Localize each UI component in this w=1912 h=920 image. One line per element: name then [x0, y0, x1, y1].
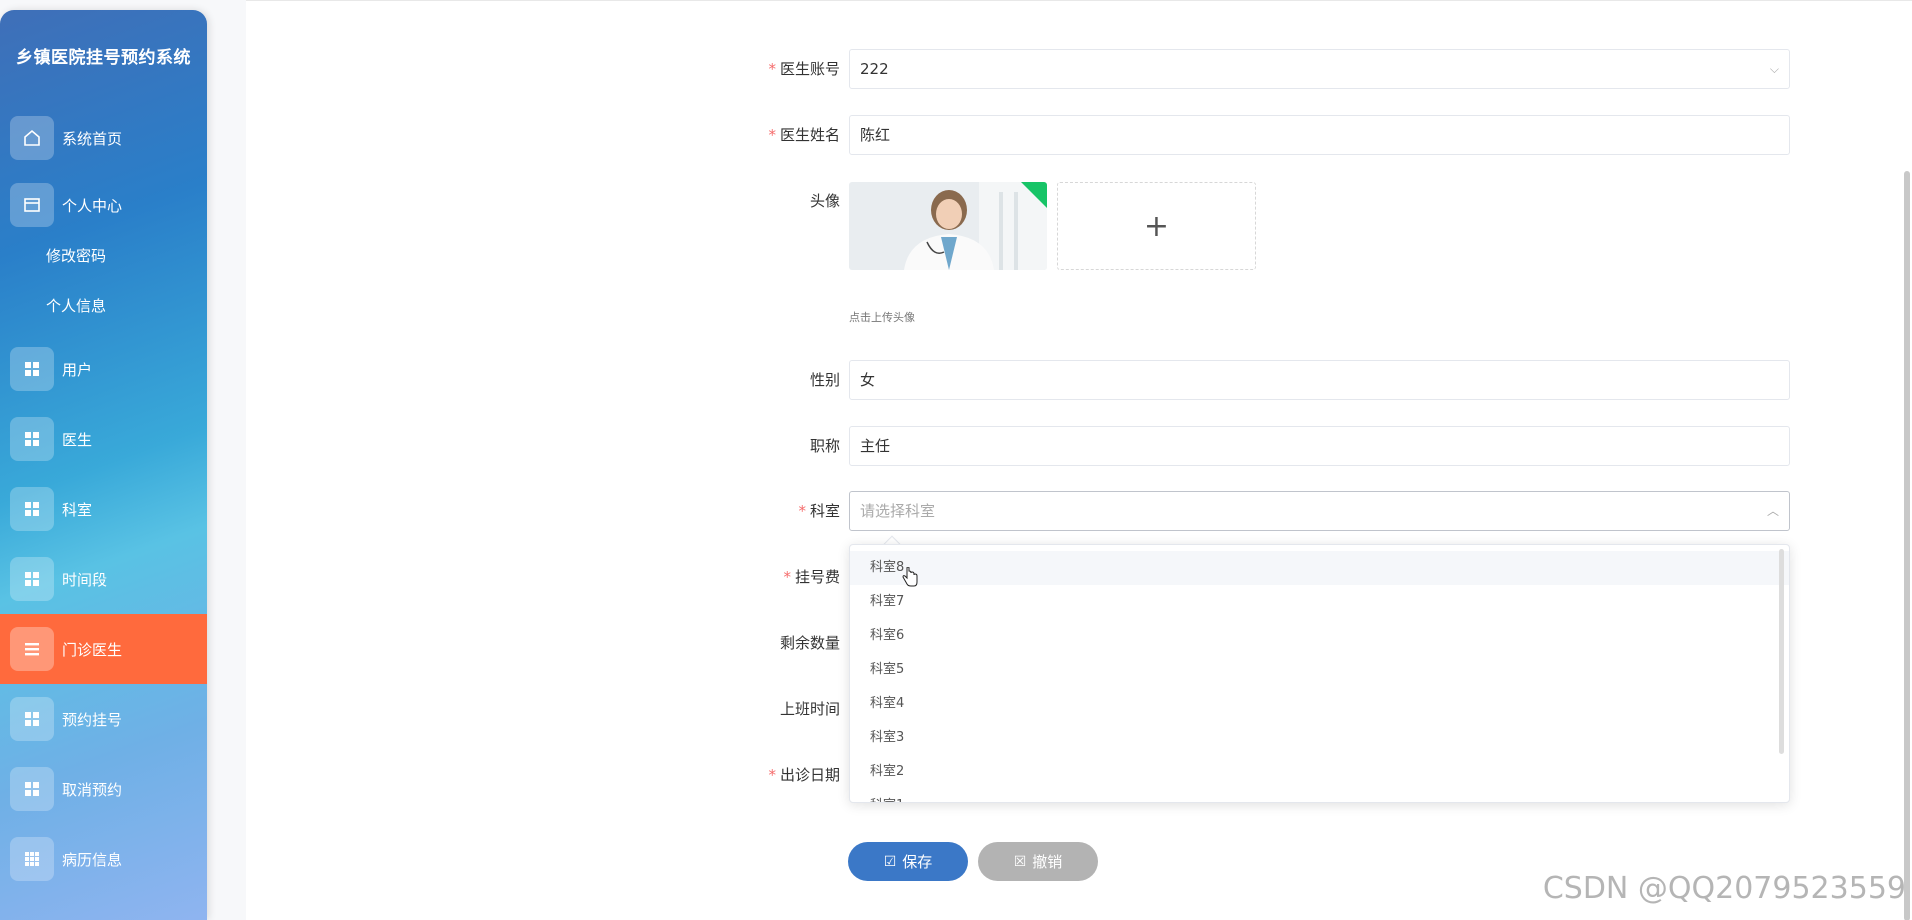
main-panel: * 医生账号 222 ⌵ * 医生姓名 陈红 头像 + 点击上传头像 性别 女 … [246, 0, 1912, 920]
sidebar-item-time-slots[interactable]: 时间段 [0, 544, 207, 614]
department-label: * 科室 [798, 502, 840, 520]
sidebar-item-label: 时间段 [62, 570, 108, 589]
title-input[interactable]: 主任 [849, 426, 1790, 466]
page-scrollbar[interactable] [1904, 171, 1910, 920]
sidebar-item-label: 科室 [62, 500, 93, 519]
sidebar-item-label: 病历信息 [62, 850, 123, 869]
card-icon [10, 183, 54, 227]
hand-cursor-icon [902, 567, 918, 587]
doctor-account-label: * 医生账号 [768, 60, 840, 78]
table-icon [10, 837, 54, 881]
required-mark: * [768, 126, 776, 144]
sidebar-item-home[interactable]: 系统首页 [0, 103, 207, 173]
dropdown-option[interactable]: 科室8 [850, 551, 1789, 585]
dropdown-option[interactable]: 科室1 [850, 789, 1789, 802]
title-label: 职称 [809, 437, 840, 455]
doctor-name-label: * 医生姓名 [768, 126, 840, 144]
sidebar-item-label: 预约挂号 [62, 710, 123, 729]
doctor-name-input[interactable]: 陈红 [849, 115, 1790, 155]
upload-success-badge [1021, 182, 1047, 208]
department-dropdown: 科室8 科室7 科室6 科室5 科室4 科室3 科室2 科室1 [849, 544, 1790, 803]
sidebar-subitem-personal-info[interactable]: 个人信息 [46, 295, 106, 316]
cancel-icon: ☒ [1013, 853, 1027, 870]
watermark: CSDN @QQ2079523559 [1542, 871, 1906, 906]
remaining-label: 剩余数量 [779, 634, 840, 652]
required-mark: * [768, 766, 776, 784]
visit-date-label: * 出诊日期 [768, 766, 840, 784]
dropdown-option[interactable]: 科室7 [850, 585, 1789, 619]
avatar-label: 头像 [809, 192, 840, 210]
app-root: 乡镇医院挂号预约系统 系统首页 个人中心 修改密码 个人信息 用户 医生 科室 … [0, 0, 1912, 920]
edit-icon: ☑ [883, 853, 897, 870]
sidebar-item-cancel-appointments[interactable]: 取消预约 [0, 754, 207, 824]
dropdown-option[interactable]: 科室4 [850, 687, 1789, 721]
grid-icon [10, 697, 54, 741]
sidebar-item-label: 医生 [62, 430, 93, 449]
work-time-label: 上班时间 [779, 700, 840, 718]
sidebar: 乡镇医院挂号预约系统 系统首页 个人中心 修改密码 个人信息 用户 医生 科室 … [0, 10, 207, 920]
dropdown-option[interactable]: 科室2 [850, 755, 1789, 789]
required-mark: * [798, 502, 806, 520]
doctor-account-select[interactable]: 222 ⌵ [849, 49, 1790, 89]
grid-icon [10, 557, 54, 601]
chevron-up-icon: ︿ [1766, 504, 1779, 518]
home-icon [10, 116, 54, 160]
sidebar-item-appointments[interactable]: 预约挂号 [0, 684, 207, 754]
avatar-image[interactable] [849, 182, 1047, 270]
dropdown-option[interactable]: 科室6 [850, 619, 1789, 653]
sidebar-subitem-change-password[interactable]: 修改密码 [46, 245, 106, 266]
sidebar-item-outpatient-doctors[interactable]: 门诊医生 [0, 614, 207, 684]
grid-icon [10, 767, 54, 811]
sidebar-item-users[interactable]: 用户 [0, 334, 207, 404]
app-title: 乡镇医院挂号预约系统 [16, 48, 191, 68]
sidebar-item-medical-records[interactable]: 病历信息 [0, 824, 207, 894]
fee-label: * 挂号费 [783, 568, 840, 586]
avatar-upload-hint: 点击上传头像 [849, 311, 915, 324]
avatar-upload-button[interactable]: + [1057, 182, 1256, 270]
required-mark: * [783, 568, 791, 586]
grid-icon [10, 347, 54, 391]
cancel-button[interactable]: ☒ 撤销 [978, 842, 1098, 881]
sidebar-item-label: 门诊医生 [62, 640, 123, 659]
list-icon [10, 627, 54, 671]
sidebar-item-label: 系统首页 [62, 129, 123, 148]
department-select[interactable]: 请选择科室 ︿ [849, 491, 1790, 531]
grid-icon [10, 417, 54, 461]
sidebar-item-label: 个人中心 [62, 196, 123, 215]
grid-icon [10, 487, 54, 531]
gender-input[interactable]: 女 [849, 360, 1790, 400]
dropdown-scrollbar[interactable] [1779, 549, 1784, 754]
save-button[interactable]: ☑ 保存 [848, 842, 968, 881]
sidebar-item-label: 取消预约 [62, 780, 123, 799]
required-mark: * [768, 60, 776, 78]
dropdown-option[interactable]: 科室3 [850, 721, 1789, 755]
sidebar-item-departments[interactable]: 科室 [0, 474, 207, 544]
sidebar-item-label: 用户 [62, 360, 93, 379]
dropdown-option[interactable]: 科室5 [850, 653, 1789, 687]
sidebar-item-doctors[interactable]: 医生 [0, 404, 207, 474]
chevron-down-icon: ⌵ [1769, 62, 1779, 76]
sidebar-item-profile-center[interactable]: 个人中心 [0, 170, 207, 240]
gender-label: 性别 [809, 371, 840, 389]
